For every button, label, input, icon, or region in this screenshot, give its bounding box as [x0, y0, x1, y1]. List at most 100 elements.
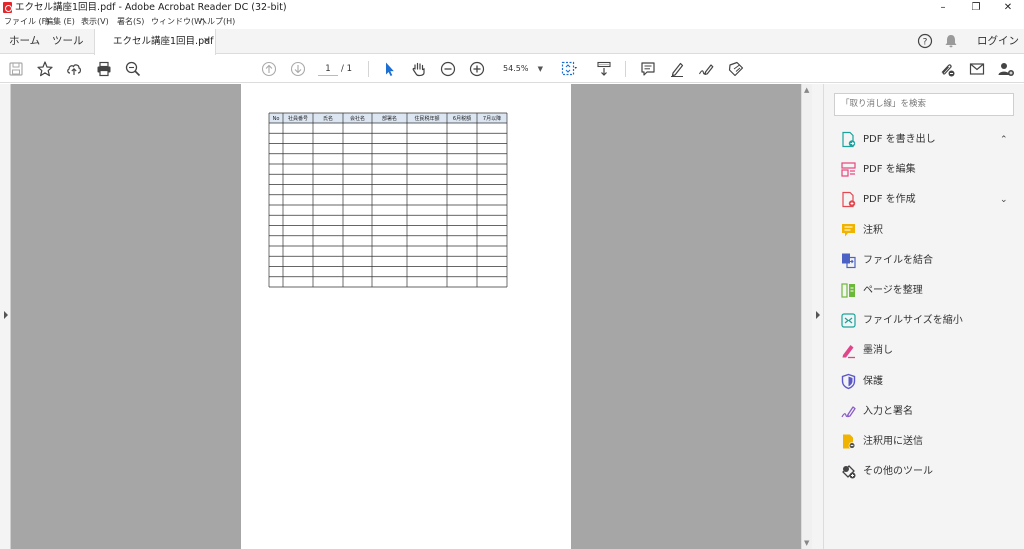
- fill-sign-icon: [840, 403, 857, 420]
- tool-item[interactable]: 保護: [824, 369, 1024, 395]
- table-header-cell: 6月税額: [453, 115, 471, 122]
- tab-bar: ホーム ツール エクセル講座1回目.pdf × ? ログイン: [0, 29, 1024, 55]
- table-header-cell: 社員番号: [288, 115, 308, 122]
- protect-icon: [840, 373, 857, 390]
- right-panel-rail[interactable]: [812, 84, 824, 549]
- tool-item-label: PDF を編集: [863, 164, 916, 176]
- document-tab-label: エクセル講座1回目.pdf: [113, 36, 214, 47]
- tool-item[interactable]: ページを整理: [824, 278, 1024, 304]
- attach-link-icon[interactable]: [936, 58, 958, 80]
- comment-icon[interactable]: [637, 58, 659, 80]
- tool-item-label: ページを整理: [863, 285, 923, 296]
- next-page-icon[interactable]: [287, 58, 309, 80]
- toolbar-divider: [368, 61, 369, 77]
- tab-tools[interactable]: ツール: [52, 29, 84, 54]
- upload-cloud-icon[interactable]: [63, 58, 85, 80]
- organize-pages-icon: [840, 282, 857, 299]
- bookmark-star-icon[interactable]: [34, 58, 56, 80]
- tool-item[interactable]: ファイルを結合: [824, 248, 1024, 274]
- close-window-button[interactable]: ✕: [993, 0, 1023, 15]
- minimize-button[interactable]: –: [928, 0, 958, 15]
- scroll-down-icon[interactable]: ▼: [804, 539, 809, 547]
- tool-item[interactable]: 入力と署名: [824, 399, 1024, 425]
- main-toolbar: 1 / 1 54.5% ▼: [0, 55, 1024, 83]
- tool-item-label: ファイルを結合: [863, 254, 933, 266]
- tool-item[interactable]: PDF を作成 ⌄: [824, 187, 1024, 213]
- tool-item[interactable]: 注釈用に送信: [824, 429, 1024, 455]
- sign-pen-icon[interactable]: [695, 58, 717, 80]
- tools-search-input[interactable]: 「取り消し線」を検索: [834, 93, 1014, 116]
- highlight-pen-icon[interactable]: [666, 58, 688, 80]
- menu-view[interactable]: 表示(V): [81, 16, 109, 28]
- scroll-up-icon[interactable]: ▲: [804, 86, 809, 94]
- help-icon[interactable]: ?: [914, 30, 936, 52]
- tool-item[interactable]: 注釈: [824, 218, 1024, 244]
- tool-item-label: 入力と署名: [863, 405, 913, 417]
- send-for-comments-icon: [840, 433, 857, 450]
- search-zoom-icon[interactable]: [122, 58, 144, 80]
- add-user-icon[interactable]: [995, 58, 1017, 80]
- comment-icon: [840, 222, 857, 239]
- tool-item[interactable]: ファイルサイズを縮小: [824, 308, 1024, 334]
- tool-item-label: その他のツール: [863, 466, 933, 478]
- hand-tool-icon[interactable]: [408, 58, 430, 80]
- menu-file[interactable]: ファイル (F): [4, 16, 49, 28]
- save-icon[interactable]: [5, 58, 27, 80]
- signin-button[interactable]: ログイン: [977, 29, 1019, 54]
- menu-sign[interactable]: 署名(S): [117, 16, 144, 28]
- menu-edit[interactable]: 編集 (E): [45, 16, 75, 28]
- page-total-label: / 1: [341, 64, 352, 74]
- create-pdf-icon: [840, 191, 857, 208]
- page-number-input[interactable]: 1: [318, 62, 338, 76]
- previous-page-icon[interactable]: [258, 58, 280, 80]
- zoom-out-icon[interactable]: [437, 58, 459, 80]
- pdf-page: No 社員番号 氏名 会社名 部署名 住民税年額 6月税額 7月以降: [241, 84, 571, 549]
- tool-item-label: PDF を作成: [863, 194, 916, 206]
- menu-bar: ファイル (F) 編集 (E) 表示(V) 署名(S) ウィンドウ(W) ヘルプ…: [0, 15, 1024, 29]
- fit-page-icon[interactable]: [558, 58, 580, 80]
- select-cursor-icon[interactable]: [378, 58, 400, 80]
- table-header-cell: 部署名: [382, 115, 397, 122]
- edit-pdf-icon: [840, 161, 857, 178]
- notification-bell-icon[interactable]: [940, 30, 962, 52]
- table-header-cell: No: [273, 116, 280, 122]
- left-panel-rail[interactable]: [0, 84, 11, 549]
- spreadsheet-table: No 社員番号 氏名 会社名 部署名 住民税年額 6月税額 7月以降: [268, 112, 508, 288]
- chevron-up-icon[interactable]: ⌃: [1000, 127, 1008, 153]
- zoom-level-select[interactable]: 54.5% ▼: [497, 61, 547, 77]
- tool-item-label: 保護: [863, 375, 883, 387]
- tool-item[interactable]: 墨消し: [824, 338, 1024, 364]
- close-tab-button[interactable]: ×: [203, 29, 211, 54]
- svg-text:?: ?: [923, 38, 928, 48]
- acrobat-app-icon: [3, 2, 12, 13]
- zoom-in-icon[interactable]: [466, 58, 488, 80]
- menu-window[interactable]: ウィンドウ(W): [151, 16, 205, 28]
- expand-left-panel-icon[interactable]: [4, 311, 8, 319]
- tool-item-label: 注釈用に送信: [863, 436, 923, 447]
- chevron-down-icon[interactable]: ⌄: [1000, 187, 1008, 213]
- scroll-mode-icon[interactable]: [593, 58, 615, 80]
- fill-sign-tag-icon[interactable]: [725, 58, 747, 80]
- tool-item[interactable]: PDF を編集: [824, 157, 1024, 183]
- tools-panel: 「取り消し線」を検索 PDF を書き出し ⌃ PDF を編集 PDF を作成 ⌄ 注釈ファ…: [824, 84, 1024, 549]
- more-tools-icon: [840, 463, 857, 480]
- tab-document[interactable]: エクセル講座1回目.pdf ×: [94, 29, 216, 55]
- combine-files-icon: [840, 252, 857, 269]
- menu-help[interactable]: ヘルプ(H): [199, 16, 235, 28]
- maximize-button[interactable]: ❐: [961, 0, 991, 15]
- email-icon[interactable]: [966, 58, 988, 80]
- tool-item[interactable]: その他のツール: [824, 459, 1024, 485]
- print-icon[interactable]: [93, 58, 115, 80]
- tool-item-label: 注釈: [863, 224, 883, 236]
- tool-item[interactable]: PDF を書き出し ⌃: [824, 127, 1024, 153]
- tool-item-label: PDF を書き出し: [863, 134, 936, 145]
- compress-icon: [840, 312, 857, 329]
- toolbar-divider: [625, 61, 626, 77]
- collapse-right-panel-icon[interactable]: [816, 311, 820, 319]
- table-header-cell: 氏名: [323, 115, 333, 122]
- table-header-cell: 会社名: [350, 115, 365, 122]
- tab-home[interactable]: ホーム: [9, 29, 40, 54]
- vertical-scrollbar[interactable]: ▲ ▼: [801, 84, 812, 549]
- document-viewer[interactable]: No 社員番号 氏名 会社名 部署名 住民税年額 6月税額 7月以降: [11, 84, 801, 549]
- redact-icon: [840, 342, 857, 359]
